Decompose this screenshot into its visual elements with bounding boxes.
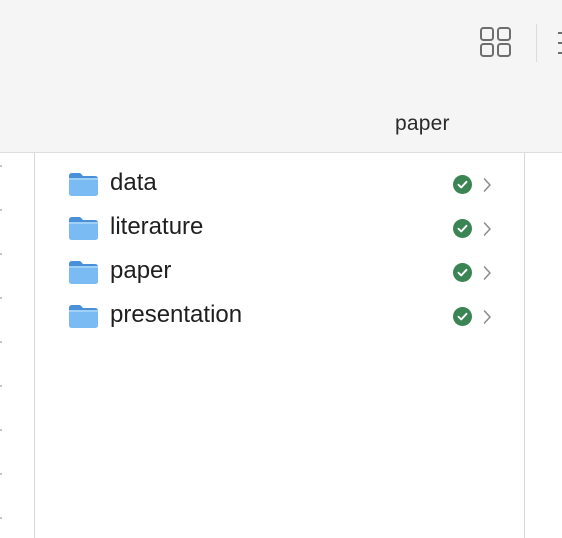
- list-item[interactable]: data: [35, 153, 524, 197]
- list-item[interactable]: paper: [35, 241, 524, 285]
- sync-check-icon: [453, 175, 472, 194]
- column-tick: [0, 253, 2, 255]
- toolbar: paper: [0, 0, 562, 153]
- list-item[interactable]: literature: [35, 197, 524, 241]
- chevron-right-icon: [483, 310, 491, 324]
- more-options-icon: [558, 32, 562, 54]
- column-header-title: paper: [395, 112, 450, 135]
- folder-name: literature: [110, 213, 204, 240]
- column-tick: [0, 165, 2, 167]
- column-tick: [0, 297, 2, 299]
- column-tick: [0, 209, 2, 211]
- column-divider-right[interactable]: [524, 153, 525, 538]
- chevron-right-icon: [483, 266, 491, 280]
- chevron-right-icon: [483, 178, 491, 192]
- folder-name: presentation: [110, 301, 243, 328]
- folder-icon: [69, 173, 98, 196]
- column-tick: [0, 341, 2, 343]
- chevron-right-icon: [483, 222, 491, 236]
- column-tick: [0, 473, 2, 475]
- folder-name: paper: [110, 257, 172, 284]
- folder-icon: [69, 305, 98, 328]
- list-item[interactable]: presentation: [35, 285, 524, 329]
- toolbar-divider: [536, 24, 537, 62]
- column-tick: [0, 385, 2, 387]
- folder-name: data: [110, 169, 157, 196]
- grid-view-button[interactable]: [478, 26, 514, 60]
- parent-column: [0, 153, 34, 538]
- folder-icon: [69, 217, 98, 240]
- sync-check-icon: [453, 263, 472, 282]
- sync-check-icon: [453, 307, 472, 326]
- finder-window: paper data literature paper presentation: [0, 0, 562, 538]
- folder-icon: [69, 261, 98, 284]
- column-tick: [0, 429, 2, 431]
- more-options-button[interactable]: [556, 28, 562, 58]
- grid-view-icon: [480, 27, 511, 57]
- file-list: data literature paper presentation: [35, 153, 524, 538]
- column-tick: [0, 517, 2, 519]
- sync-check-icon: [453, 219, 472, 238]
